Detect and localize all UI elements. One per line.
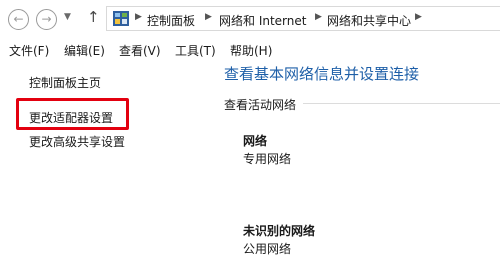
sidebar-item-change-adapter-settings[interactable]: 更改适配器设置	[29, 109, 113, 126]
forward-button[interactable]: →	[36, 9, 57, 30]
menu-bar: 文件(F) 编辑(E) 查看(V) 工具(T) 帮助(H)	[0, 38, 500, 60]
arrow-right-icon: →	[41, 12, 52, 26]
breadcrumb-separator-icon[interactable]: ▶	[135, 12, 142, 22]
breadcrumb[interactable]: ▶ 控制面板 ▶ 网络和 Internet ▶ 网络和共享中心 ▶	[106, 6, 500, 31]
network-type-link[interactable]: 专用网络	[243, 150, 291, 167]
sidebar-item-control-panel-home[interactable]: 控制面板主页	[29, 74, 101, 91]
breadcrumb-separator-icon[interactable]: ▶	[205, 12, 212, 22]
arrow-left-icon: ←	[13, 12, 24, 26]
network-name: 网络	[243, 134, 268, 148]
page-title: 查看基本网络信息并设置连接	[224, 65, 420, 83]
network-type-link[interactable]: 公用网络	[243, 240, 291, 257]
recent-locations-chevron-icon[interactable]: ▼	[64, 12, 71, 22]
active-networks-label: 查看活动网络	[224, 98, 297, 112]
breadcrumb-control-panel[interactable]: 控制面板	[147, 12, 195, 29]
breadcrumb-network-internet[interactable]: 网络和 Internet	[219, 12, 306, 29]
section-divider	[303, 103, 500, 104]
breadcrumb-network-sharing-center[interactable]: 网络和共享中心	[327, 12, 411, 29]
breadcrumb-separator-icon[interactable]: ▶	[315, 12, 322, 22]
network-name: 未识别的网络	[243, 224, 316, 238]
menu-view[interactable]: 查看(V)	[119, 42, 161, 59]
menu-file[interactable]: 文件(F)	[9, 42, 49, 59]
menu-help[interactable]: 帮助(H)	[230, 42, 272, 59]
address-bar: ← → ▼ ↑ ▶ 控制面板 ▶ 网络和 Internet ▶ 网络和共享中心 …	[0, 0, 500, 38]
back-button[interactable]: ←	[8, 9, 29, 30]
up-button[interactable]: ↑	[87, 8, 100, 26]
breadcrumb-separator-icon[interactable]: ▶	[415, 12, 422, 22]
sidebar-item-change-advanced-sharing[interactable]: 更改高级共享设置	[29, 133, 125, 150]
menu-edit[interactable]: 编辑(E)	[64, 42, 105, 59]
menu-tools[interactable]: 工具(T)	[175, 42, 216, 59]
control-panel-icon	[113, 11, 129, 26]
